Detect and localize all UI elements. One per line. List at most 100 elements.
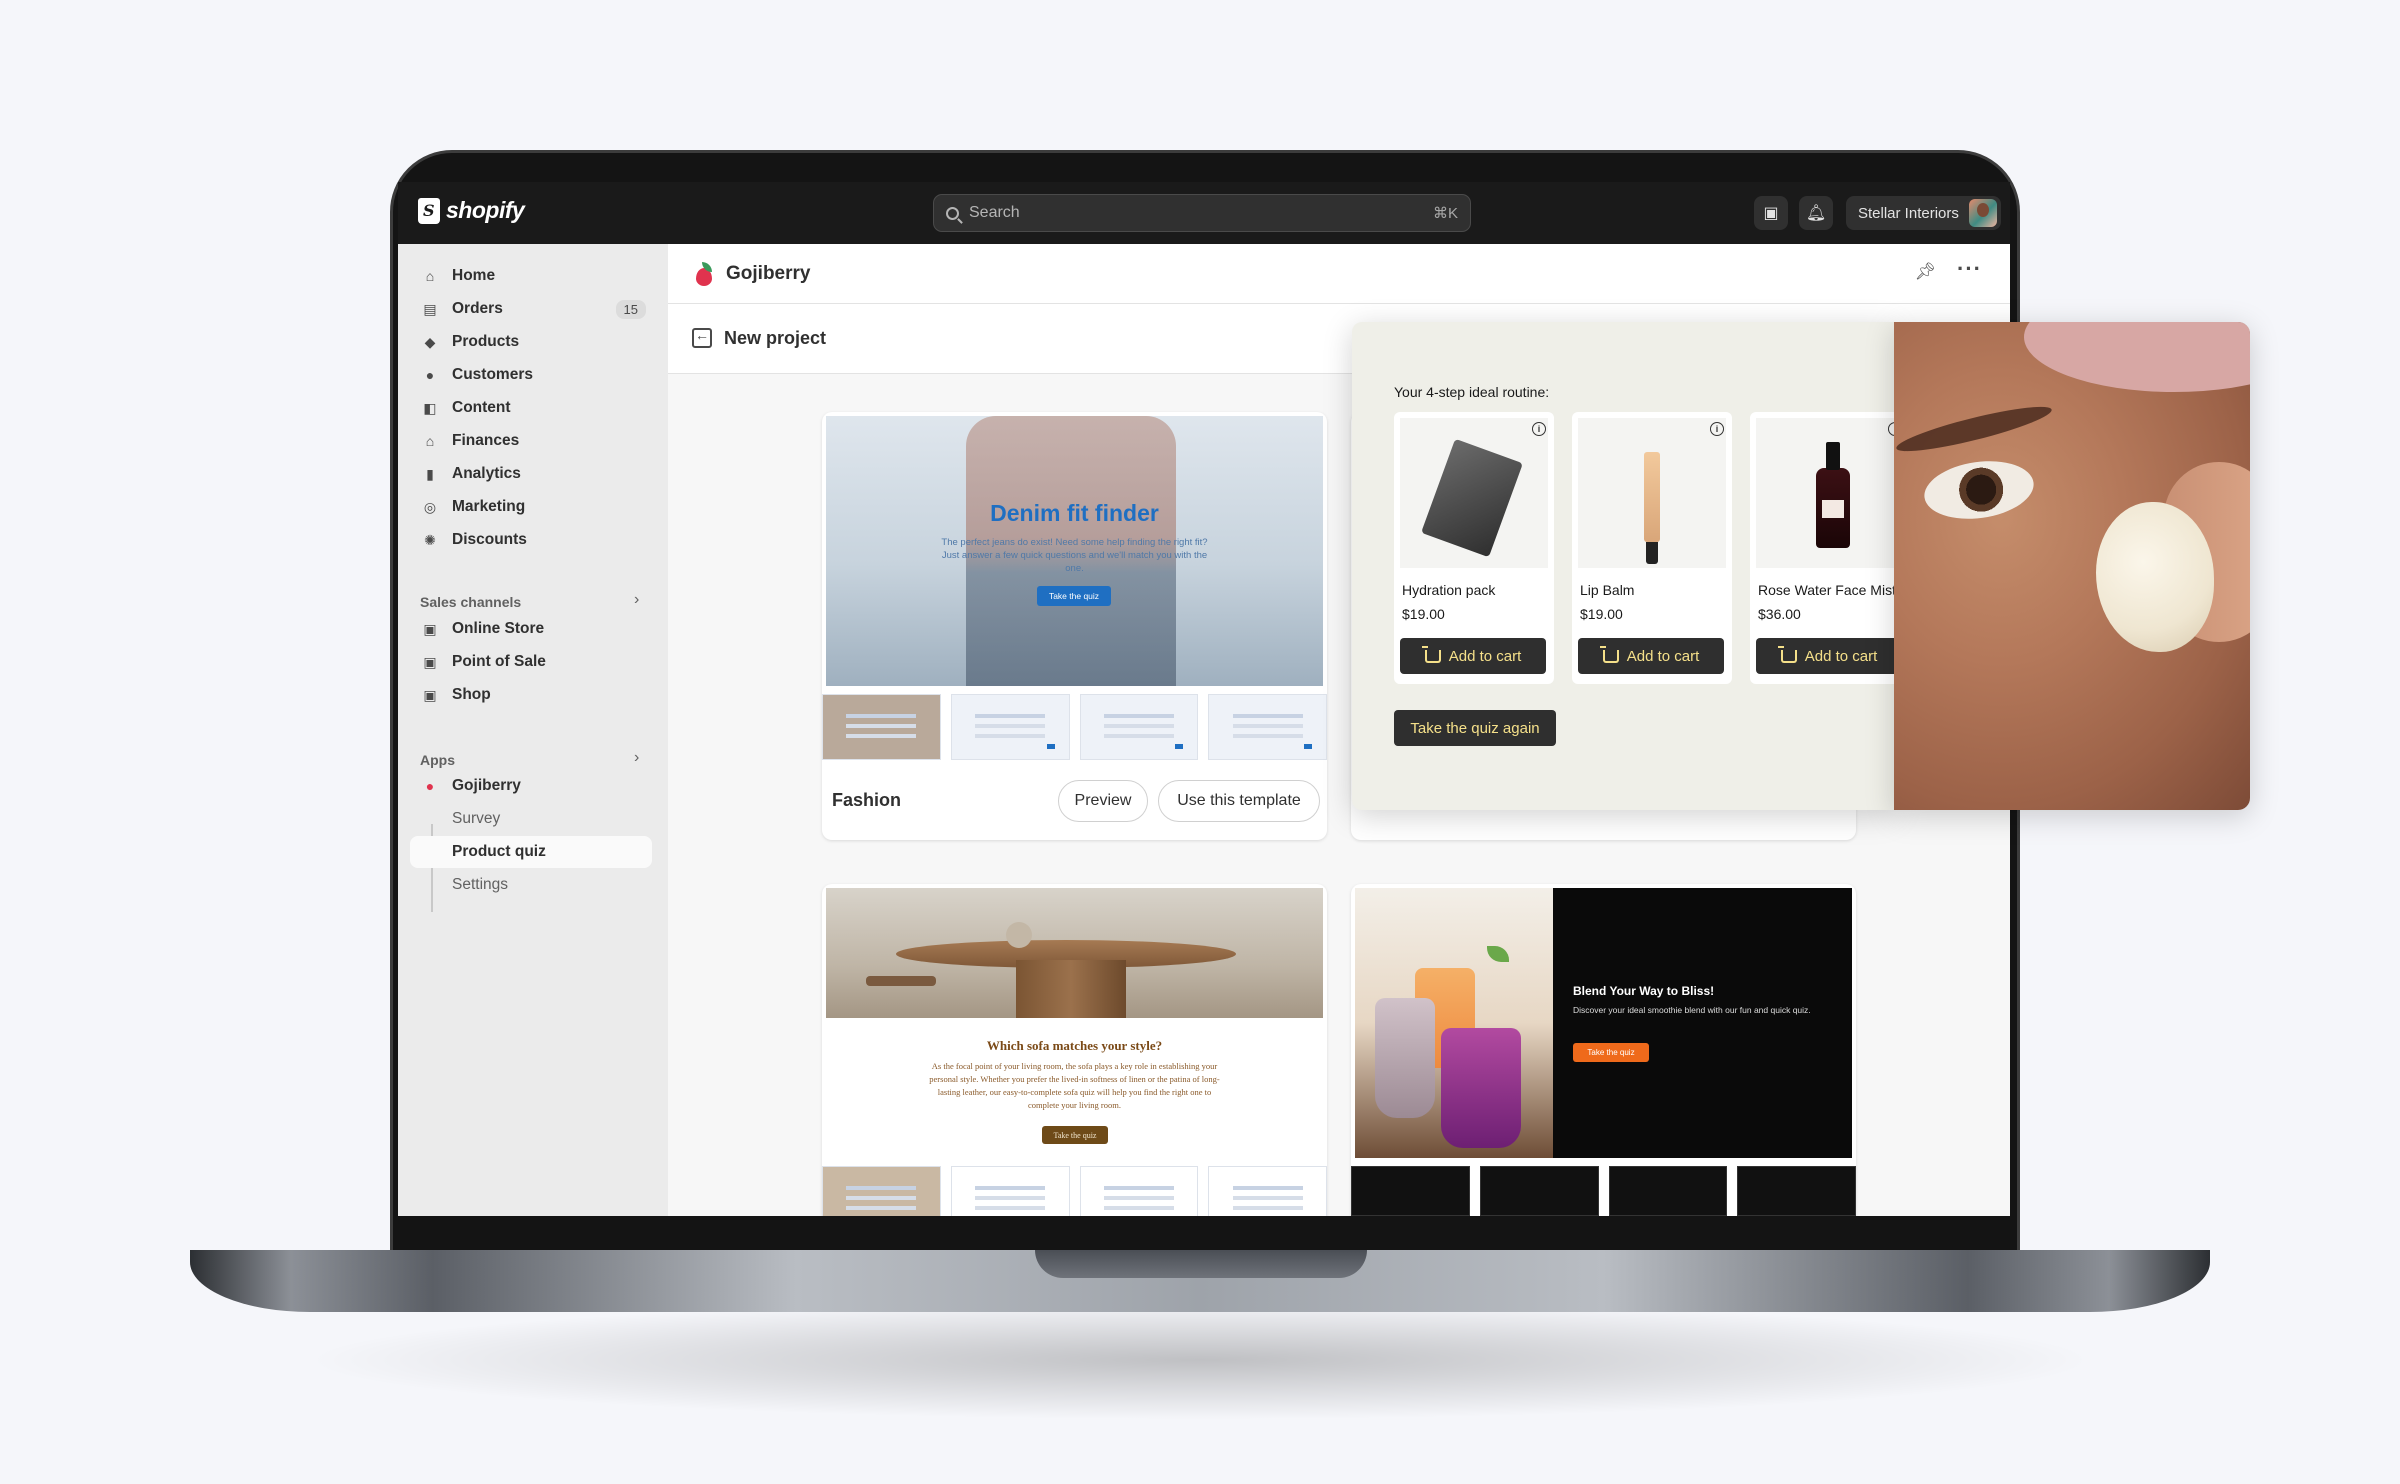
template-name: Fashion [832, 790, 902, 810]
cart-icon [1421, 645, 1441, 663]
more-options-icon[interactable]: ··· [1957, 256, 1982, 282]
sidebar-item-label: Settings [452, 876, 509, 893]
sidebar-item-label: Orders [452, 300, 503, 317]
search-bar[interactable]: ⌘K [933, 194, 1471, 232]
product-name: Lip Balm [1580, 582, 1635, 598]
shopify-wordmark: shopify [446, 197, 525, 223]
sidebar-item-finances[interactable]: ⌂ Finances [410, 425, 652, 457]
retake-quiz-button[interactable]: Take the quiz again [1394, 710, 1556, 746]
sidebar-item-home[interactable]: ⌂ Home [410, 260, 652, 292]
hero-text: Discover your ideal smoothie blend with … [1573, 1005, 1811, 1015]
cart-icon [1599, 645, 1619, 663]
sidebar-item-label: Customers [452, 366, 533, 383]
product-price: $19.00 [1402, 606, 1445, 622]
sidebar-item-customers[interactable]: ● Customers [410, 359, 652, 391]
info-icon[interactable]: i [1532, 422, 1546, 436]
sidebar-item-marketing[interactable]: ◎ Marketing [410, 491, 652, 523]
add-to-cart-button[interactable]: Add to cart [1756, 638, 1894, 674]
inbox-icon: ▤ [423, 300, 437, 317]
hero-button: Take the quiz [1037, 586, 1111, 606]
sidebar-item-gojiberry[interactable]: ● Gojiberry [410, 770, 652, 802]
use-template-button[interactable]: Use this template [1158, 780, 1320, 822]
search-input[interactable] [969, 204, 1433, 222]
sales-channels-heading: Sales channels [420, 594, 522, 610]
product-price: $19.00 [1580, 606, 1623, 622]
button-label: Add to cart [1804, 647, 1878, 665]
store-name: Stellar Interiors [1858, 204, 1959, 222]
sidebar-item-point-of-sale[interactable]: ▣ Point of Sale [410, 646, 652, 678]
apps-heading: Apps [420, 752, 455, 768]
chevron-right-icon[interactable]: › [634, 749, 639, 767]
sidebar-item-online-store[interactable]: ▣ Online Store [410, 613, 652, 645]
shopify-logo[interactable]: shopify [418, 197, 525, 224]
template-preview-image: Denim fit finder The perfect jeans do ex… [826, 416, 1323, 686]
sidebar-item-label: Survey [452, 810, 501, 827]
content-icon: ◧ [423, 399, 437, 416]
add-to-cart-button[interactable]: Add to cart [1400, 638, 1546, 674]
template-card-smoothie[interactable]: Blend Your Way to Bliss! Discover your i… [1351, 884, 1856, 1216]
smoothie-photo [1355, 888, 1553, 1158]
add-to-cart-button[interactable]: Add to cart [1578, 638, 1724, 674]
template-thumbnails [822, 1166, 1327, 1216]
sidebar-item-label: Marketing [452, 498, 526, 515]
gojiberry-logo-icon [694, 262, 716, 286]
sidebar-item-label: Analytics [452, 465, 521, 482]
product-card[interactable]: i Lip Balm $19.00 Add to cart [1572, 412, 1732, 684]
product-image [1400, 418, 1548, 568]
sidebar-item-label: Products [452, 333, 520, 350]
cart-icon [1777, 645, 1797, 663]
quiz-heading: Your 4-step ideal routine: [1394, 384, 1550, 400]
laptop-shadow [300, 1300, 2100, 1420]
thumbnail [822, 694, 941, 760]
storefront-icon: ▣ [1763, 205, 1779, 222]
target-icon: ◎ [423, 498, 437, 515]
sidebar-item-label: Shop [452, 686, 491, 703]
sidebar-subitem-settings[interactable]: Settings [410, 869, 652, 901]
sidebar-subitem-survey[interactable]: Survey [410, 803, 652, 835]
sidebar: ⌂ Home ▤ Orders 15 ◆ Products ● Customers ◧ C… [398, 244, 668, 1216]
avatar [1968, 199, 1997, 227]
hero-button: Take the quiz [1042, 1126, 1108, 1144]
template-card-fashion[interactable]: Denim fit finder The perfect jeans do ex… [822, 412, 1327, 840]
thumbnail [1079, 1166, 1199, 1216]
store-menu-button[interactable]: Stellar Interiors [1846, 196, 2001, 230]
sidebar-item-discounts[interactable]: ✺ Discounts [410, 524, 652, 556]
info-icon[interactable]: i [1710, 422, 1724, 436]
sidebar-subitem-product-quiz[interactable]: Product quiz [410, 836, 652, 868]
notifications-button[interactable]: 🔔︎ [1799, 196, 1833, 230]
hero-title: Which sofa matches your style? [986, 1038, 1163, 1053]
back-icon[interactable] [692, 327, 712, 348]
sidebar-item-content[interactable]: ◧ Content [410, 392, 652, 424]
product-image [1756, 418, 1894, 568]
button-label: Add to cart [1626, 647, 1700, 665]
store-icon: ▣ [423, 620, 437, 637]
thumbnail [950, 694, 1070, 760]
sidebar-item-label: Online Store [452, 620, 545, 637]
hero-text: As the focal point of your living room, … [929, 1061, 1220, 1110]
preview-button[interactable]: Preview [1058, 780, 1148, 822]
home-icon: ⌂ [425, 268, 435, 284]
sidebar-item-orders[interactable]: ▤ Orders 15 [410, 293, 652, 325]
search-shortcut: ⌘K [1432, 205, 1458, 222]
hero-title: Blend Your Way to Bliss! [1573, 984, 1715, 998]
sidebar-item-products[interactable]: ◆ Products [410, 326, 652, 358]
chevron-right-icon[interactable]: › [634, 591, 639, 609]
orders-count-badge: 15 [615, 300, 646, 319]
shop-icon: ▣ [423, 686, 437, 703]
template-preview-image: Blend Your Way to Bliss! Discover your i… [1355, 888, 1852, 1158]
sidebar-item-shop[interactable]: ▣ Shop [410, 679, 652, 711]
search-icon [946, 206, 959, 220]
template-thumbnails [1351, 1166, 1856, 1216]
bank-icon: ⌂ [425, 433, 435, 449]
product-card[interactable]: i Hydration pack $19.00 Add to cart [1394, 412, 1554, 684]
sidebar-item-analytics[interactable]: ▮ Analytics [410, 458, 652, 490]
page-title: New project [724, 328, 827, 348]
storefront-button[interactable]: ▣ [1754, 196, 1788, 230]
product-name: Rose Water Face Mist [1758, 582, 1894, 598]
pin-icon[interactable]: 📌︎ [1914, 262, 1936, 282]
hero-title: Denim fit finder [990, 500, 1159, 526]
product-card[interactable]: i Rose Water Face Mist $36.00 Add to car… [1750, 412, 1894, 684]
template-card-furniture[interactable]: Which sofa matches your style? As the fo… [822, 884, 1327, 1216]
bar-chart-icon: ▮ [426, 465, 434, 482]
thumbnail [1608, 1166, 1728, 1216]
